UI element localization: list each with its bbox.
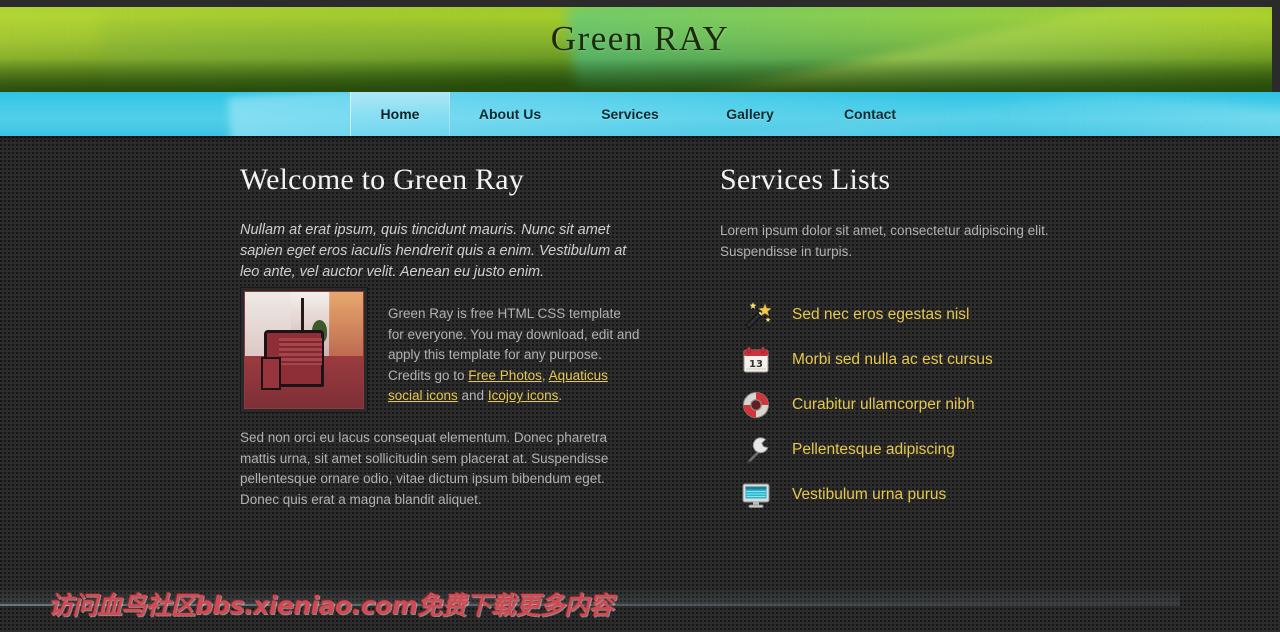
nav-bottom-shadow xyxy=(0,136,1280,141)
thumb-chair-leg xyxy=(261,357,282,390)
thumbnail-image xyxy=(240,287,368,413)
content-area: Welcome to Green Ray Nullam at erat ipsu… xyxy=(0,136,1280,606)
svg-text:13: 13 xyxy=(749,359,763,370)
service-link[interactable]: Morbi sed nulla ac est cursus xyxy=(792,351,993,369)
nav-label-services: Services xyxy=(601,106,659,122)
sidebar-title: Services Lists xyxy=(720,163,891,196)
wrench-icon xyxy=(740,434,772,466)
services-list: Sed nec eros egestas nisl 13 Morbi sed n… xyxy=(720,292,1050,517)
service-link[interactable]: Vestibulum urna purus xyxy=(792,486,946,504)
lifebuoy-icon xyxy=(740,389,772,421)
main-lead-paragraph: Nullam at erat ipsum, quis tincidunt mau… xyxy=(240,222,627,280)
main-second-paragraph: Sed non orci eu lacus consequat elementu… xyxy=(240,429,609,507)
thumb-chair-seat xyxy=(278,337,322,365)
nav-label-gallery: Gallery xyxy=(726,106,774,122)
nav-item-about-us[interactable]: About Us xyxy=(450,92,570,136)
nav-item-gallery[interactable]: Gallery xyxy=(690,92,810,136)
nav-label-about-us: About Us xyxy=(478,106,542,122)
link-icojoy-icons[interactable]: Icojoy icons xyxy=(488,388,559,403)
nav-item-services[interactable]: Services xyxy=(570,92,690,136)
list-item[interactable]: Curabitur ullamcorper nibh xyxy=(720,382,1050,427)
main-navigation: Home About Us Services Gallery Contact xyxy=(0,92,1280,136)
link-free-photos[interactable]: Free Photos xyxy=(468,368,542,383)
watermark-text: 访问血鸟社区bbs.xieniao.com免费下载更多内容 xyxy=(48,591,614,620)
site-title: Green RAY xyxy=(550,19,730,58)
intro-and: and xyxy=(457,388,488,404)
intro-period: . xyxy=(558,388,563,404)
sidebar-column: Services Lists Lorem ipsum dolor sit ame… xyxy=(720,136,1050,517)
header-bottom-shade xyxy=(0,58,1280,92)
intro-comma: , xyxy=(541,367,549,383)
page-root: Green RAY Home About Us Services Gallery… xyxy=(0,0,1280,632)
magic-wand-icon xyxy=(740,299,772,331)
right-edge-strip xyxy=(1272,0,1280,92)
service-link[interactable]: Pellentesque adipiscing xyxy=(792,441,955,459)
sidebar-lead-paragraph: Lorem ipsum dolor sit amet, consectetur … xyxy=(720,223,1049,259)
top-edge-strip xyxy=(0,0,1280,7)
list-item[interactable]: Pellentesque adipiscing xyxy=(720,427,1050,472)
service-link[interactable]: Sed nec eros egestas nisl xyxy=(792,306,970,324)
nav-item-home[interactable]: Home xyxy=(350,92,450,136)
list-item[interactable]: Sed nec eros egestas nisl xyxy=(720,292,1050,337)
list-item[interactable]: Vestibulum urna purus xyxy=(720,472,1050,517)
nav-label-home: Home xyxy=(380,106,420,122)
calendar-icon: 13 xyxy=(740,344,772,376)
main-column: Welcome to Green Ray Nullam at erat ipsu… xyxy=(240,136,640,510)
service-link[interactable]: Curabitur ullamcorper nibh xyxy=(792,396,975,414)
nav-item-contact[interactable]: Contact xyxy=(810,92,930,136)
nav-label-contact: Contact xyxy=(843,106,897,122)
monitor-icon xyxy=(740,479,772,511)
page-title: Welcome to Green Ray xyxy=(240,163,524,196)
nav-list: Home About Us Services Gallery Contact xyxy=(0,92,1280,136)
list-item[interactable]: 13 Morbi sed nulla ac est cursus xyxy=(720,337,1050,382)
